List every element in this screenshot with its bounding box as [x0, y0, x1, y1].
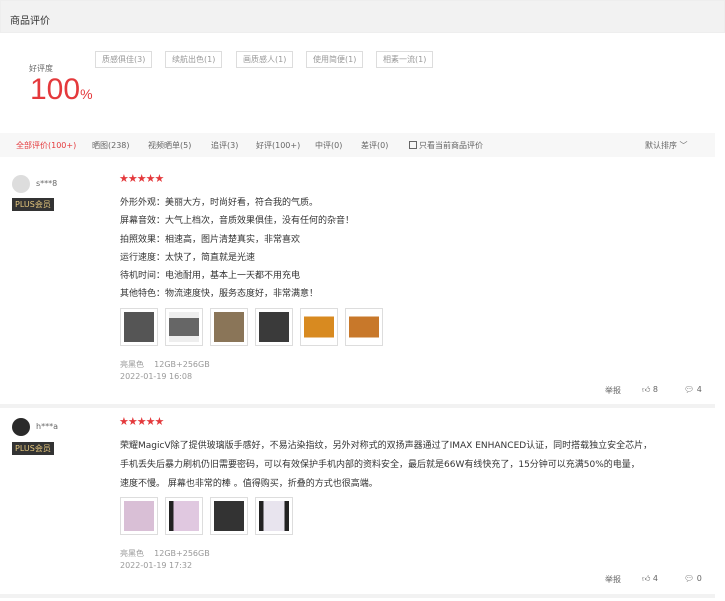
chevron-down-icon: ﹀: [679, 141, 688, 150]
filter-photos[interactable]: 晒图(238): [92, 140, 130, 151]
checkbox-label: 只看当前商品评价: [419, 141, 483, 150]
tag-chip[interactable]: 画质感人(1): [236, 51, 294, 68]
review-line: 荣耀MagicV除了提供玻璃版手感好，不易沾染指纹，另外对称式的双扬声器通过了I…: [120, 441, 653, 451]
tag-chip[interactable]: 续航出色(1): [165, 51, 223, 68]
avatar[interactable]: [12, 175, 30, 193]
review-photo[interactable]: [210, 497, 248, 535]
filter-bar: 全部评价(100+) 晒图(238) 视频晒单(5) 追评(3) 好评(100+…: [0, 133, 715, 157]
filter-followup[interactable]: 追评(3): [211, 140, 238, 151]
rate-number: 100: [30, 73, 81, 106]
review-photo[interactable]: [210, 308, 248, 346]
product-variant: 亮黑色 12GB+256GB: [120, 548, 210, 559]
review-line: 待机时间：电池耐用，基本上一天都不用充电: [120, 271, 301, 281]
comment-count: 4: [696, 385, 702, 394]
review-line: 速度不慢。 屏幕也非常的棒 。值得购买，折叠的方式也很高端。: [120, 479, 378, 489]
comment-count: 0: [696, 574, 702, 583]
variant-spec: 12GB+256GB: [154, 549, 210, 558]
review-photo[interactable]: [300, 308, 338, 346]
tag-chip[interactable]: 使用简便(1): [306, 51, 364, 68]
filter-medium[interactable]: 中评(0): [315, 140, 342, 151]
filter-all[interactable]: 全部评价(100+): [16, 140, 76, 151]
report-link[interactable]: 举报: [605, 385, 621, 396]
variant-color: 亮黑色: [120, 360, 144, 369]
like-button[interactable]: 👍︎ 4: [642, 574, 658, 584]
filter-bad[interactable]: 差评(0): [361, 140, 388, 151]
comment-button[interactable]: 💬︎ 0: [684, 574, 702, 583]
rate-value: 100%: [30, 73, 93, 107]
variant-color: 亮黑色: [120, 549, 144, 558]
like-count: 4: [652, 574, 659, 583]
review-photo[interactable]: [255, 308, 293, 346]
avatar[interactable]: [12, 418, 30, 436]
review-photo[interactable]: [120, 308, 158, 346]
comment-icon: 💬︎: [684, 385, 695, 394]
variant-spec: 12GB+256GB: [154, 360, 210, 369]
divider: [0, 594, 715, 598]
section-title: 商品评价: [10, 16, 50, 27]
comment-icon: 💬︎: [684, 574, 695, 583]
review-photo[interactable]: [345, 308, 383, 346]
sort-label: 默认排序: [645, 141, 677, 150]
review-photo[interactable]: [255, 497, 293, 535]
like-button[interactable]: 👍︎ 8: [642, 385, 658, 395]
product-variant: 亮黑色 12GB+256GB: [120, 359, 210, 370]
sort-dropdown[interactable]: 默认排序 ﹀: [645, 140, 688, 151]
plus-badge: PLUS会员: [12, 442, 54, 455]
review-line: 运行速度：太快了，简直就是光速: [120, 253, 256, 263]
star-rating: ★★★★★: [119, 415, 164, 428]
tag-chip[interactable]: 相素一流(1): [376, 51, 434, 68]
review-photo[interactable]: [165, 308, 203, 346]
review-photo[interactable]: [165, 497, 203, 535]
plus-badge: PLUS会员: [12, 198, 54, 211]
divider: [0, 404, 715, 408]
comment-button[interactable]: 💬︎ 4: [684, 385, 702, 394]
username: h***a: [36, 422, 58, 431]
tag-chip[interactable]: 质感俱佳(3): [95, 51, 153, 68]
report-link[interactable]: 举报: [605, 574, 621, 585]
review-line: 手机丢失后暴力刷机仍旧需要密码，可以有效保护手机内部的资料安全，最后就是66W有…: [120, 460, 640, 470]
current-only-checkbox[interactable]: 只看当前商品评价: [409, 140, 483, 151]
like-count: 8: [652, 385, 659, 394]
filter-good[interactable]: 好评(100+): [256, 140, 300, 151]
review-line: 外形外观：美丽大方，时尚好看，符合我的气质。: [120, 198, 319, 208]
section-header: 商品评价: [0, 0, 725, 33]
thumbs-up-icon: 👍︎: [642, 574, 651, 583]
star-rating: ★★★★★: [119, 172, 164, 185]
filter-video[interactable]: 视频晒单(5): [148, 140, 191, 151]
checkbox-icon[interactable]: [409, 141, 417, 149]
rate-unit: %: [80, 86, 93, 102]
review-photo[interactable]: [120, 497, 158, 535]
review-line: 拍照效果：相速高，图片清楚真实，非常喜欢: [120, 235, 301, 245]
username: s***8: [36, 179, 58, 188]
review-line: 其他特色：物流速度快，服务态度好，非常满意！: [120, 289, 319, 299]
review-line: 屏幕音效：大气上档次，音质效果俱佳，没有任何的杂音！: [120, 216, 355, 226]
review-date: 2022-01-19 17:32: [120, 561, 193, 570]
thumbs-up-icon: 👍︎: [642, 385, 651, 394]
review-date: 2022-01-19 16:08: [120, 372, 193, 381]
